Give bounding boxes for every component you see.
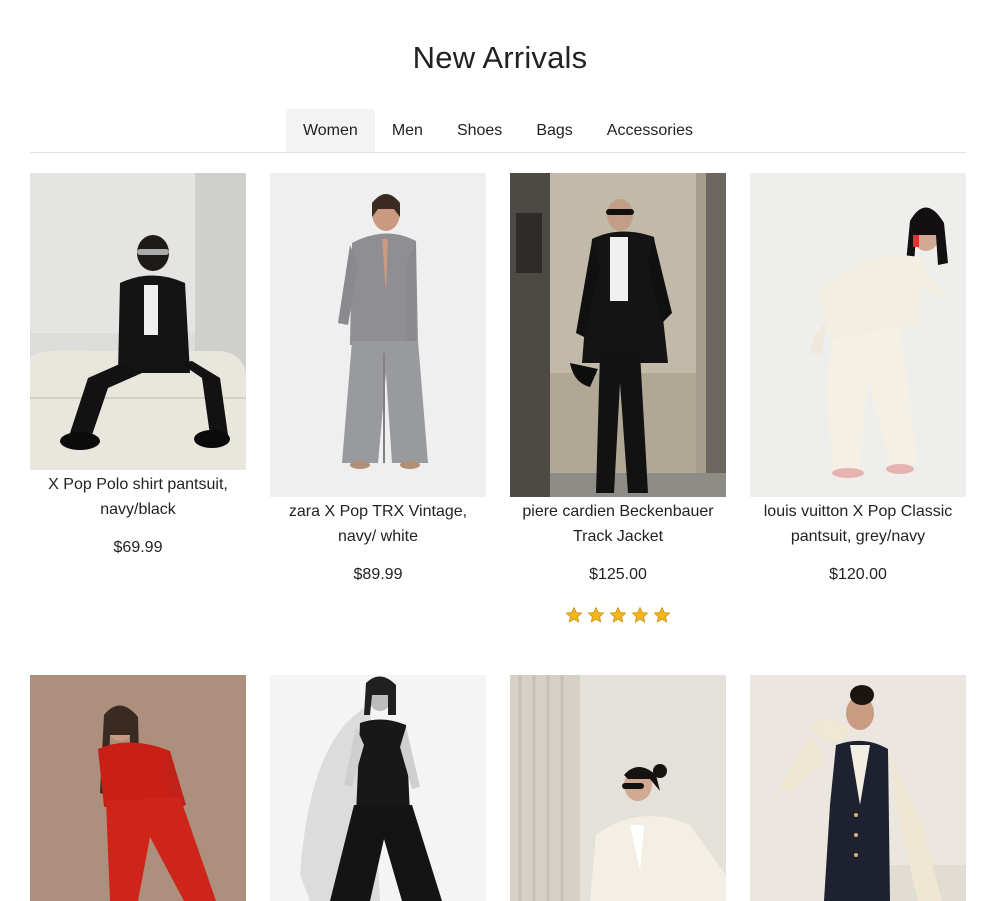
star-icon <box>653 606 671 623</box>
product-name[interactable]: louis vuitton X Pop Classic pantsuit, gr… <box>750 497 966 549</box>
product-name[interactable]: piere cardien Beckenbauer Track Jacket <box>510 497 726 549</box>
product-name[interactable]: X Pop Polo shirt pantsuit, navy/black <box>30 470 246 522</box>
product-image[interactable] <box>510 173 726 497</box>
product-price: $89.99 <box>353 566 403 583</box>
tab-women[interactable]: Women <box>285 109 375 152</box>
tab-accessories[interactable]: Accessories <box>590 109 710 152</box>
product-price: $69.99 <box>113 539 163 556</box>
product-image[interactable] <box>270 173 486 497</box>
star-icon <box>631 606 649 623</box>
product-card[interactable]: louis vuitton X Pop Classic pantsuit, gr… <box>750 173 966 584</box>
star-icon <box>565 606 583 623</box>
product-image[interactable] <box>270 675 486 901</box>
tab-bags[interactable]: Bags <box>519 109 589 152</box>
product-card[interactable] <box>30 675 246 901</box>
product-image[interactable] <box>510 675 726 901</box>
product-card[interactable] <box>750 675 966 901</box>
product-card[interactable]: piere cardien Beckenbauer Track Jacket $… <box>510 173 726 624</box>
page-title: New Arrivals <box>412 40 588 75</box>
product-price: $120.00 <box>829 566 887 583</box>
product-rating <box>510 606 726 624</box>
product-name[interactable]: zara X Pop TRX Vintage, navy/ white <box>270 497 486 549</box>
product-image[interactable] <box>750 675 966 901</box>
product-image[interactable] <box>750 173 966 497</box>
product-card[interactable]: X Pop Polo shirt pantsuit, navy/black $6… <box>30 173 246 557</box>
product-image[interactable] <box>30 675 246 901</box>
product-card[interactable] <box>510 675 726 901</box>
category-tabs: Women Men Shoes Bags Accessories <box>30 109 966 153</box>
tab-men[interactable]: Men <box>375 109 440 152</box>
product-image[interactable] <box>30 173 246 470</box>
star-icon <box>609 606 627 623</box>
tab-shoes[interactable]: Shoes <box>440 109 519 152</box>
product-card[interactable] <box>270 675 486 901</box>
product-card[interactable]: zara X Pop TRX Vintage, navy/ white $89.… <box>270 173 486 584</box>
star-icon <box>587 606 605 623</box>
product-price: $125.00 <box>589 566 647 583</box>
